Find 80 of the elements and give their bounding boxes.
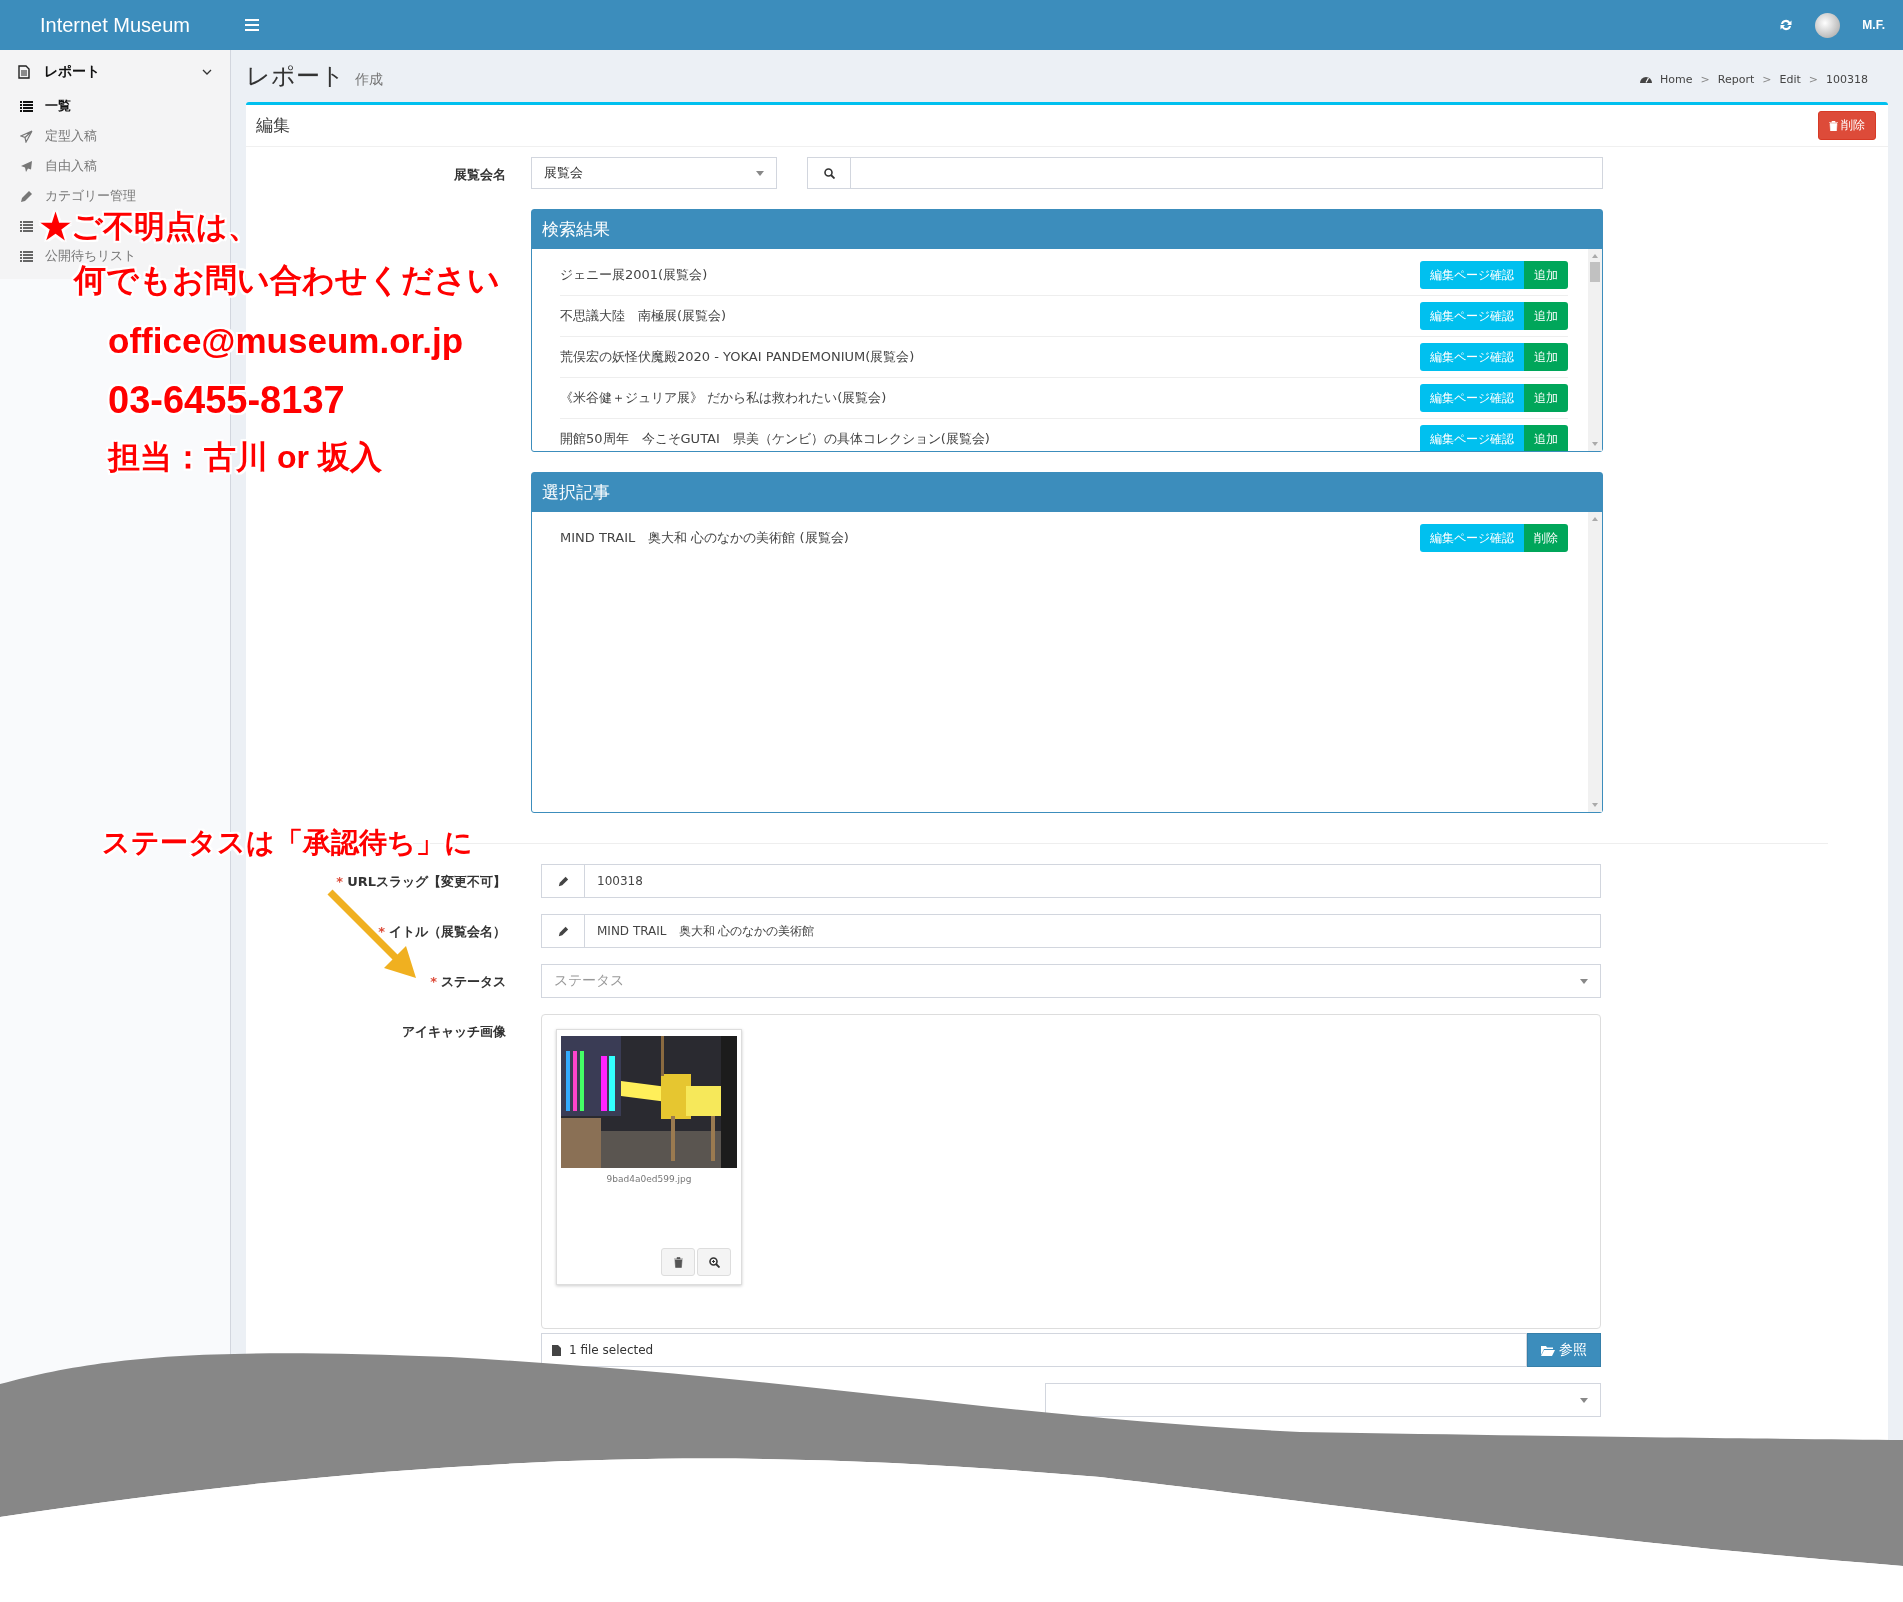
result-title: 不思議大陸 南極展(展覧会)	[560, 307, 728, 325]
check-page-button[interactable]: 編集ページ確認	[1420, 302, 1524, 330]
brand-logo[interactable]: Internet Museum	[39, 13, 191, 37]
delete-image-button[interactable]	[661, 1248, 695, 1276]
result-title: 荒俣宏の妖怪伏魔殿2020 - YOKAI PANDEMONIUM(展覧会)	[560, 348, 916, 366]
page-subtitle: 作成	[355, 71, 383, 89]
breadcrumb-link[interactable]: Report	[1717, 72, 1755, 86]
breadcrumb-link[interactable]: Home	[1660, 72, 1693, 86]
file-field[interactable]: 1 file selected	[541, 1333, 1527, 1367]
add-button[interactable]: 追加	[1524, 384, 1568, 412]
text-field[interactable]: 100318	[541, 864, 1601, 898]
check-page-button[interactable]: 編集ページ確認	[1420, 261, 1524, 289]
check-page-button[interactable]: 編集ページ確認	[1420, 524, 1524, 552]
folder-icon	[1541, 1344, 1555, 1356]
result-title: ジェニー展2001(展覧会)	[560, 266, 709, 284]
list-icon	[20, 250, 33, 262]
scrollbar[interactable]	[1588, 512, 1602, 812]
annotation-text: ★ご不明点は、	[40, 210, 259, 245]
trash-icon	[1829, 120, 1838, 131]
add-button[interactable]: 追加	[1524, 425, 1568, 451]
document-icon	[18, 65, 30, 79]
page-title: レポート	[246, 61, 345, 92]
scrollbar[interactable]	[1588, 249, 1602, 451]
file-name: 9bad4a0ed599.jpg	[606, 1174, 692, 1184]
breadcrumb-separator: >	[1700, 72, 1710, 86]
annotation-text: office@museum.or.jp	[108, 322, 464, 361]
panel-title: 編集	[256, 114, 290, 137]
annotation-text: ステータスは「承認待ち」に	[102, 828, 473, 859]
user-name[interactable]: M.F.	[1862, 18, 1885, 32]
sidebar-item[interactable]: カテゴリー管理	[0, 181, 230, 211]
breadcrumb-separator: >	[1762, 72, 1772, 86]
annotation-text: 何でもお問い合わせください	[74, 263, 500, 299]
field-label: * URLスラッグ【変更不可】	[336, 873, 506, 891]
sidebar-item[interactable]: 一覧	[0, 91, 230, 121]
add-button[interactable]: 追加	[1524, 302, 1568, 330]
result-title: 《米谷健＋ジュリア展》 だから私は救われたい(展覧会)	[560, 389, 888, 407]
paper-plane-icon	[20, 159, 33, 173]
check-page-button[interactable]: 編集ページ確認	[1420, 384, 1524, 412]
annotation-text: 03-6455-8137	[108, 380, 345, 422]
zoom-in-icon	[708, 1256, 720, 1268]
breadcrumb-separator: >	[1808, 72, 1818, 86]
delete-button[interactable]: 削除	[1818, 111, 1876, 140]
menu-icon[interactable]	[245, 19, 259, 31]
search-icon	[823, 167, 835, 179]
zoom-button[interactable]	[697, 1248, 731, 1276]
pencil-icon	[20, 189, 33, 203]
refresh-icon[interactable]	[1779, 18, 1794, 32]
text-field[interactable]: MIND TRAIL 奥大和 心のなかの美術館	[541, 914, 1601, 948]
annotation-text: 担当：古川 or 坂入	[108, 440, 382, 476]
field-label: 展覧会名	[454, 166, 506, 184]
field-label: * ステータス	[430, 973, 506, 991]
sidebar-item[interactable]: 定型入稿	[0, 121, 230, 151]
field-label: アイキャッチ画像	[402, 1023, 506, 1041]
trash-icon	[673, 1256, 683, 1268]
list-icon	[20, 220, 33, 232]
status-select[interactable]: ステータス	[541, 964, 1601, 998]
list-icon	[20, 100, 33, 112]
paper-plane-icon	[20, 129, 33, 143]
field-label: * イトル（展覧会名）	[378, 923, 506, 941]
file-icon	[552, 1344, 561, 1356]
chevron-icon	[202, 69, 212, 75]
sidebar-section[interactable]: レポート	[0, 58, 230, 91]
check-page-button[interactable]: 編集ページ確認	[1420, 425, 1524, 451]
remove-button[interactable]: 削除	[1524, 524, 1568, 552]
pencil-icon	[557, 925, 569, 937]
avatar[interactable]	[1815, 12, 1841, 38]
article-title: MIND TRAIL 奥大和 心のなかの美術館 (展覧会)	[560, 529, 850, 547]
add-button[interactable]: 追加	[1524, 343, 1568, 371]
result-title: 開館50周年 今こそGUTAI 県美（ケンビ）の具体コレクション(展覧会)	[560, 430, 991, 448]
browse-button[interactable]: 参照	[1527, 1333, 1601, 1367]
pencil-icon	[557, 875, 569, 887]
type-select[interactable]: 展覧会	[531, 157, 777, 189]
panel-title: 選択記事	[532, 473, 1602, 512]
add-button[interactable]: 追加	[1524, 261, 1568, 289]
breadcrumb-link[interactable]: Edit	[1779, 72, 1801, 86]
check-page-button[interactable]: 編集ページ確認	[1420, 343, 1524, 371]
panel-title: 検索結果	[532, 210, 1602, 249]
dashboard-icon	[1640, 74, 1653, 84]
sidebar-item[interactable]: 自由入稿	[0, 151, 230, 181]
search-field[interactable]	[807, 157, 1603, 189]
